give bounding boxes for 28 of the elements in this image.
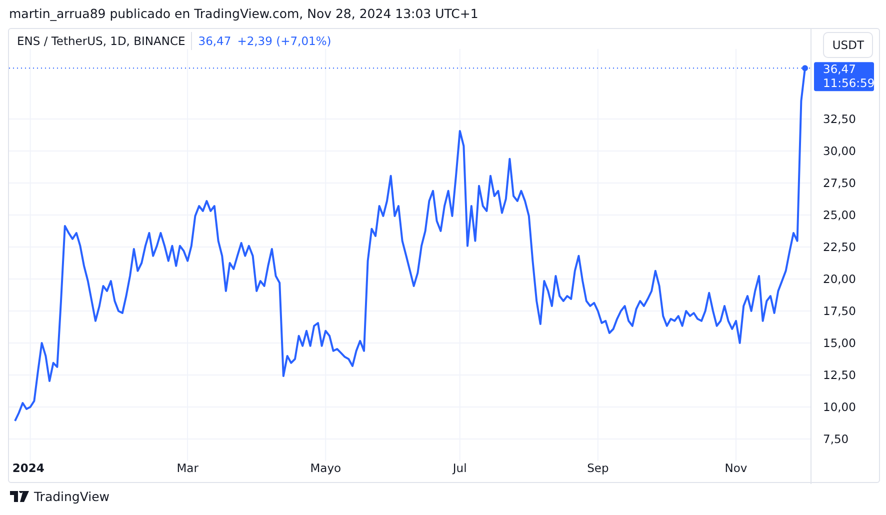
symbol-legend: ENS / TetherUS, 1D, BINANCE — [9, 32, 192, 50]
price-axis-label: 32,50 — [823, 112, 856, 126]
logo-icon — [10, 491, 30, 502]
footer-logo-text: TradingView — [34, 489, 110, 504]
last-price-dot — [802, 65, 808, 72]
price-axis-label: 20,00 — [823, 272, 856, 286]
price-axis-label: 7,50 — [823, 432, 849, 446]
price-axis-label: 10,00 — [823, 400, 856, 414]
legend-change: +2,39 (+7,01%) — [237, 34, 332, 48]
time-axis-label: Mayo — [310, 461, 342, 475]
price-axis-label: 17,50 — [823, 304, 856, 318]
time-axis-label: Nov — [724, 461, 748, 475]
price-axis-label: 15,00 — [823, 336, 856, 350]
price-axis-label: 27,50 — [823, 176, 856, 190]
price-axis-label: 22,50 — [823, 240, 856, 254]
price-axis-label: 12,50 — [823, 368, 856, 382]
time-axis-label: Jul — [452, 461, 467, 475]
time-axis-label: 2024 — [12, 461, 44, 475]
price-axis-label: 25,00 — [823, 208, 856, 222]
last-price-label: 36,47 — [823, 62, 856, 76]
countdown-label: 11:56:59 — [823, 76, 875, 90]
price-label-background — [814, 62, 874, 92]
legend-price: 36,47 — [198, 34, 232, 48]
time-axis-label: Sep — [587, 461, 609, 475]
time-axis-label: Mar — [176, 461, 198, 475]
currency-button[interactable]: USDT — [823, 32, 873, 58]
publisher-line: martin_arrua89 publicado en TradingView.com, Nov 28, 2024 13:03 UTC+1 — [8, 5, 480, 22]
price-axis-label: 30,00 — [823, 144, 856, 158]
